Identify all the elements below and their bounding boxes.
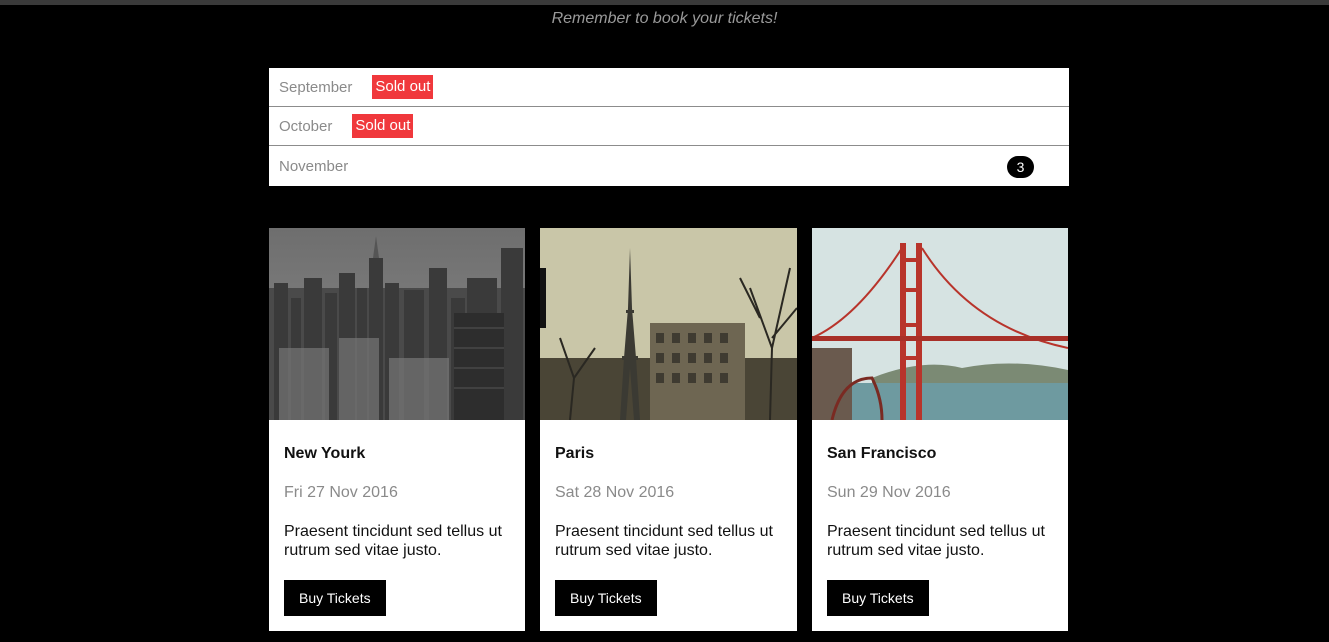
city-photo (540, 228, 797, 420)
card-description: Praesent tincidunt sed tellus ut rutrum … (827, 523, 1045, 559)
month-list: September Sold out October Sold out Nove… (269, 68, 1069, 186)
event-card-paris: Paris Sat 28 Nov 2016 Praesent tincidunt… (540, 228, 797, 631)
sold-out-badge: Sold out (352, 114, 414, 138)
count-badge: 3 (1007, 156, 1034, 178)
card-description: Praesent tincidunt sed tellus ut rutrum … (555, 523, 773, 559)
card-title: San Francisco (827, 445, 937, 462)
event-card-san-francisco: San Francisco Sun 29 Nov 2016 Praesent t… (812, 228, 1068, 631)
card-date: Sun 29 Nov 2016 (827, 484, 951, 501)
card-title: Paris (555, 445, 595, 462)
month-label: November (279, 157, 349, 175)
month-item-september[interactable]: September Sold out (269, 68, 1069, 107)
month-label: October (279, 117, 333, 135)
month-label: September (279, 78, 353, 96)
reminder-text: Remember to book your tickets! (551, 10, 778, 27)
card-description: Praesent tincidunt sed tellus ut rutrum … (284, 523, 502, 559)
card-date: Sat 28 Nov 2016 (555, 484, 675, 501)
card-title: New Yourk (284, 445, 366, 462)
event-card-new-york: New Yourk Fri 27 Nov 2016 Praesent tinci… (269, 228, 525, 631)
buy-tickets-button[interactable]: Buy Tickets (284, 580, 386, 616)
top-strip (0, 0, 1329, 5)
buy-tickets-button[interactable]: Buy Tickets (555, 580, 657, 616)
buy-tickets-button[interactable]: Buy Tickets (827, 580, 929, 616)
month-item-october[interactable]: October Sold out (269, 107, 1069, 146)
month-item-november[interactable]: November 3 (269, 146, 1069, 186)
card-date: Fri 27 Nov 2016 (284, 484, 398, 501)
city-photo (812, 228, 1068, 420)
sold-out-badge: Sold out (372, 75, 434, 99)
city-photo (269, 228, 525, 420)
